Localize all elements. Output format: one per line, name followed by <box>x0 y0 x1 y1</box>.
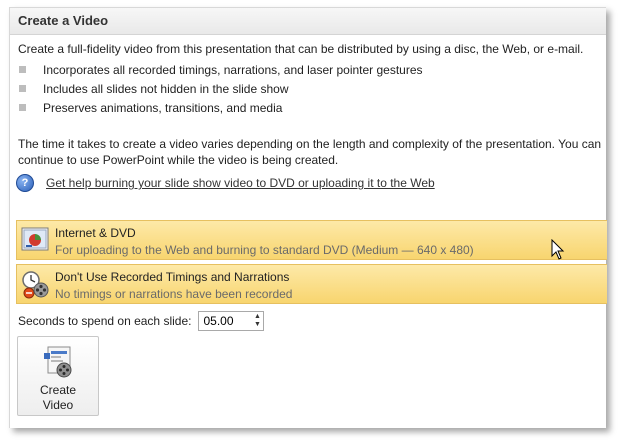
list-item: Includes all slides not hidden in the sl… <box>19 79 423 98</box>
monitor-icon <box>21 227 49 251</box>
bullet-icon <box>19 66 26 73</box>
create-video-icon <box>44 346 72 378</box>
timings-dropdown[interactable]: Don't Use Recorded Timings and Narration… <box>16 264 607 304</box>
seconds-input[interactable] <box>199 313 250 329</box>
option-subtitle: No timings or narrations have been recor… <box>55 287 293 301</box>
spin-up-icon[interactable]: ▲ <box>254 313 261 321</box>
create-button-label-1: Create <box>39 383 77 397</box>
help-link[interactable]: Get help burning your slide show video t… <box>46 176 435 190</box>
description-text: Create a full-fidelity video from this p… <box>18 42 584 56</box>
spinner-arrows[interactable]: ▲ ▼ <box>251 313 263 329</box>
help-row: ? Get help burning your slide show video… <box>16 174 435 192</box>
list-item: Incorporates all recorded timings, narra… <box>19 60 423 79</box>
create-button-label-2: Video <box>42 398 74 412</box>
feature-list: Incorporates all recorded timings, narra… <box>19 60 423 117</box>
help-icon[interactable]: ? <box>16 174 34 192</box>
seconds-label: Seconds to spend on each slide: <box>18 314 192 328</box>
timing-note: The time it takes to create a video vari… <box>18 137 602 167</box>
quality-dropdown[interactable]: Internet & DVD For uploading to the Web … <box>16 220 607 260</box>
seconds-spinner[interactable]: ▲ ▼ <box>198 311 265 331</box>
option-title: Don't Use Recorded Timings and Narration… <box>55 270 290 284</box>
timing-film-icon <box>22 271 49 299</box>
option-subtitle: For uploading to the Web and burning to … <box>55 243 474 257</box>
bullet-icon <box>19 85 26 92</box>
bullet-icon <box>19 104 26 111</box>
spin-down-icon[interactable]: ▼ <box>254 321 261 329</box>
list-item: Preserves animations, transitions, and m… <box>19 98 423 117</box>
seconds-row: Seconds to spend on each slide: ▲ ▼ <box>18 311 265 331</box>
create-video-panel: Create a Video Create a full-fidelity vi… <box>9 7 607 428</box>
mouse-cursor-icon <box>551 239 565 260</box>
option-title: Internet & DVD <box>55 226 136 240</box>
panel-title: Create a Video <box>10 8 606 35</box>
create-video-button[interactable]: Create Video <box>17 336 99 416</box>
